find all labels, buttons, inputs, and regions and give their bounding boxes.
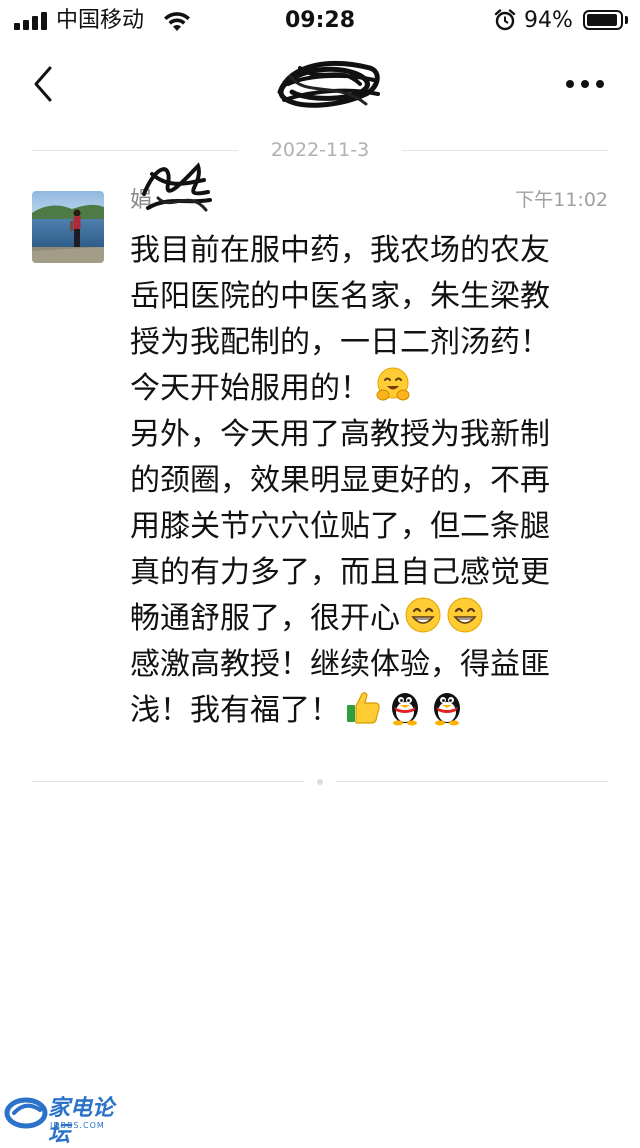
battery-percent: 94%	[524, 8, 573, 33]
message-line: 今天开始服用的！	[130, 366, 600, 412]
name-redaction-scribble	[142, 162, 212, 212]
separator-line-left	[32, 781, 304, 782]
message-line: 浅！我有福了！	[130, 688, 600, 734]
message-line: 畅通舒服了，很开心	[130, 596, 600, 642]
message-line: 的颈圈，效果明显更好的，不再	[130, 458, 600, 504]
message-line-text: 的颈圈，效果明显更好的，不再	[130, 463, 550, 498]
thumbs-up-emoji	[344, 688, 382, 726]
separator-line-right	[336, 781, 608, 782]
message-line-text: 我目前在服中药，我农场的农友	[130, 233, 550, 268]
message-line-text: 岳阳医院的中医名家，朱生梁教	[130, 279, 550, 314]
grin-emoji	[404, 596, 442, 634]
grin-emoji	[446, 596, 484, 634]
more-options-button[interactable]	[560, 68, 610, 98]
message-line: 感激高教授！继续体验，得益匪	[130, 642, 600, 688]
message-line: 授为我配制的，一日二剂汤药！	[130, 320, 600, 366]
penguin-emoji	[386, 688, 424, 726]
divider-line-right	[402, 150, 608, 151]
status-bar: 中国移动 09:28 94%	[0, 0, 640, 40]
message-line-text: 感激高教授！继续体验，得益匪	[130, 647, 550, 682]
nav-bar	[0, 40, 640, 130]
end-of-record-separator	[32, 772, 608, 792]
watermark-subtext: JDBBS.COM	[50, 1121, 105, 1130]
message-line: 我目前在服中药，我农场的农友	[130, 228, 600, 274]
penguin-emoji	[428, 688, 466, 726]
message-line-text: 授为我配制的，一日二剂汤药！	[130, 325, 550, 360]
message-line-text: 用膝关节穴穴位贴了，但二条腿	[130, 509, 550, 544]
jdbbs-logo-icon	[4, 1097, 48, 1129]
message-line: 岳阳医院的中医名家，朱生梁教	[130, 274, 600, 320]
back-button[interactable]	[28, 64, 58, 104]
message-line: 另外，今天用了高教授为我新制	[130, 412, 600, 458]
message-line-text: 真的有力多了，而且自己感觉更	[130, 555, 550, 590]
message-line: 真的有力多了，而且自己感觉更	[130, 550, 600, 596]
message-line-text: 今天开始服用的！	[130, 371, 370, 406]
redacted-chat-title	[277, 61, 380, 108]
alarm-icon	[494, 9, 516, 31]
battery-nub	[625, 16, 628, 24]
message-line-text: 浅！我有福了！	[130, 693, 340, 728]
message-time: 下午11:02	[515, 189, 608, 211]
date-divider: 2022-11-3	[32, 138, 608, 162]
message-line: 用膝关节穴穴位贴了，但二条腿	[130, 504, 600, 550]
separator-dot	[317, 779, 323, 785]
battery-icon	[583, 10, 623, 30]
avatar-photo	[32, 191, 104, 263]
jdbbs-watermark: 家电论坛 JDBBS.COM	[4, 1094, 134, 1147]
battery-level-fill	[587, 14, 617, 26]
sender-avatar[interactable]	[32, 191, 104, 263]
message-body: 我目前在服中药，我农场的农友 岳阳医院的中医名家，朱生梁教 授为我配制的，一日二…	[130, 228, 600, 734]
hug-emoji	[374, 366, 412, 404]
chevron-left-icon	[34, 66, 52, 102]
message-line-text: 畅通舒服了，很开心	[130, 601, 400, 636]
message-line-text: 另外，今天用了高教授为我新制	[130, 417, 550, 452]
